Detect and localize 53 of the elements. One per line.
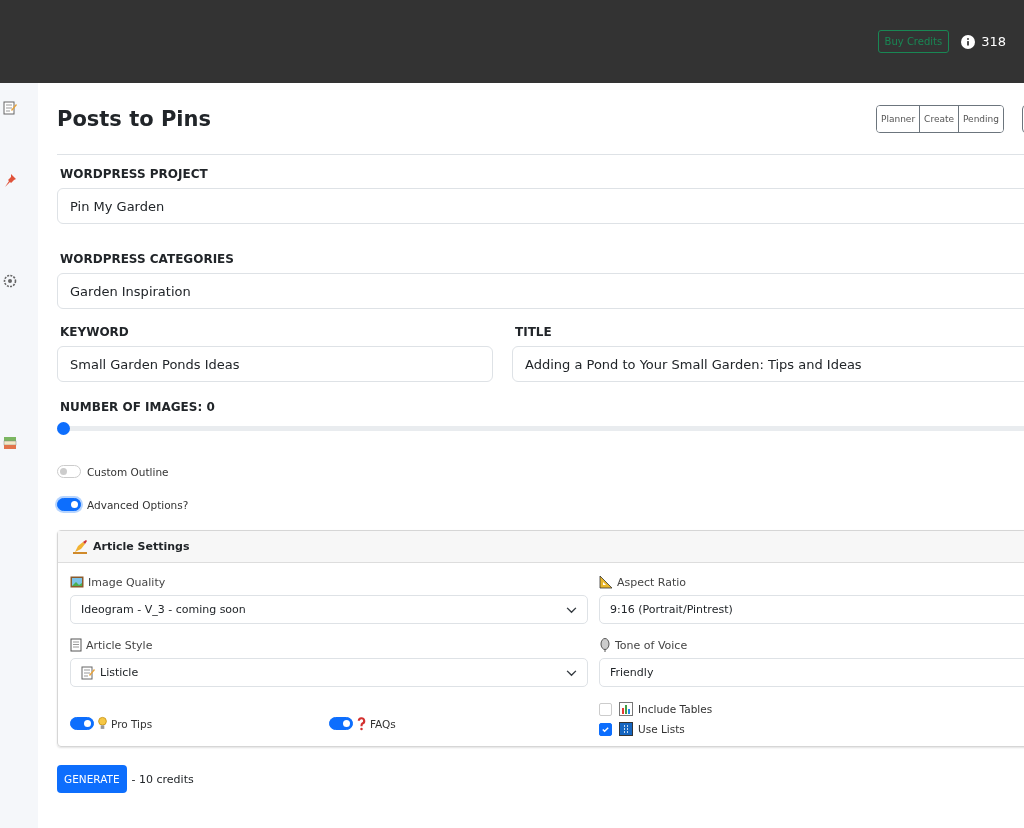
- nav-button[interactable]: Pending: [958, 105, 1003, 132]
- field-label: WORDPRESS CATEGORIES: [60, 252, 235, 266]
- field-label: Article Style: [86, 638, 153, 652]
- chevron-down-icon: [566, 607, 577, 614]
- field-label: Tone of Voice: [615, 638, 688, 652]
- aspect-ratio-select[interactable]: 9:16 (Portrait/Pintrest): [599, 595, 1024, 624]
- generate-button[interactable]: GENERATE: [57, 765, 127, 793]
- field-label: NUMBER OF IMAGES: 0: [60, 400, 216, 414]
- toggle-switch[interactable]: [329, 717, 353, 730]
- categories-field[interactable]: Garden Inspiration: [57, 273, 1024, 309]
- toggle-switch[interactable]: [70, 717, 94, 730]
- checkbox-label: Include Tables: [638, 703, 713, 715]
- page-title: Posts to Pins: [57, 106, 212, 131]
- toggle-label: FAQs: [370, 717, 396, 730]
- slider-thumb[interactable]: [57, 422, 70, 435]
- books-icon[interactable]: [3, 436, 17, 450]
- framed-picture-icon: [70, 575, 84, 589]
- bar-chart-icon: [619, 702, 633, 716]
- checkbox[interactable]: [599, 702, 612, 716]
- writing-hand-icon: [72, 539, 88, 554]
- list-icon: [619, 722, 633, 736]
- memo-icon: [81, 665, 95, 680]
- keyword-field[interactable]: Small Garden Ponds Ideas: [57, 346, 493, 382]
- page-icon: [70, 638, 82, 652]
- toggle-label: Custom Outline: [87, 465, 169, 478]
- tone-select[interactable]: Friendly: [599, 658, 1024, 687]
- memo-icon[interactable]: [3, 101, 17, 115]
- credit-cost: - 10 credits: [131, 772, 194, 786]
- image-quality-select[interactable]: Ideogram - V_3 - coming soon: [70, 595, 588, 624]
- triangle-ruler-icon: [599, 575, 613, 589]
- field-label: WORDPRESS PROJECT: [60, 167, 209, 181]
- toggle-switch[interactable]: [57, 465, 81, 478]
- field-label: TITLE: [515, 325, 553, 339]
- question-mark-icon: [357, 716, 366, 731]
- toggle-label: Pro Tips: [111, 717, 153, 730]
- project-field[interactable]: Pin My Garden: [57, 188, 1024, 224]
- title-field[interactable]: Adding a Pond to Your Small Garden: Tips and Ideas: [512, 346, 1024, 382]
- field-label: Image Quality: [88, 575, 166, 589]
- pushpin-icon[interactable]: [3, 173, 17, 187]
- field-label: KEYWORD: [60, 325, 130, 339]
- info-icon: [961, 34, 976, 49]
- toggle-switch[interactable]: [57, 498, 81, 511]
- gear-icon[interactable]: [3, 274, 17, 288]
- light-bulb-icon: [98, 716, 107, 731]
- field-label: Aspect Ratio: [617, 575, 687, 589]
- credit-count: 318: [981, 34, 1006, 49]
- chevron-down-icon: [566, 670, 577, 677]
- check-icon: [601, 724, 610, 734]
- checkbox[interactable]: [599, 722, 612, 736]
- checkbox-label: Use Lists: [638, 723, 685, 735]
- toggle-label: Advanced Options?: [87, 498, 189, 511]
- card-title: Article Settings: [93, 540, 190, 553]
- article-style-select[interactable]: Listicle: [70, 658, 588, 687]
